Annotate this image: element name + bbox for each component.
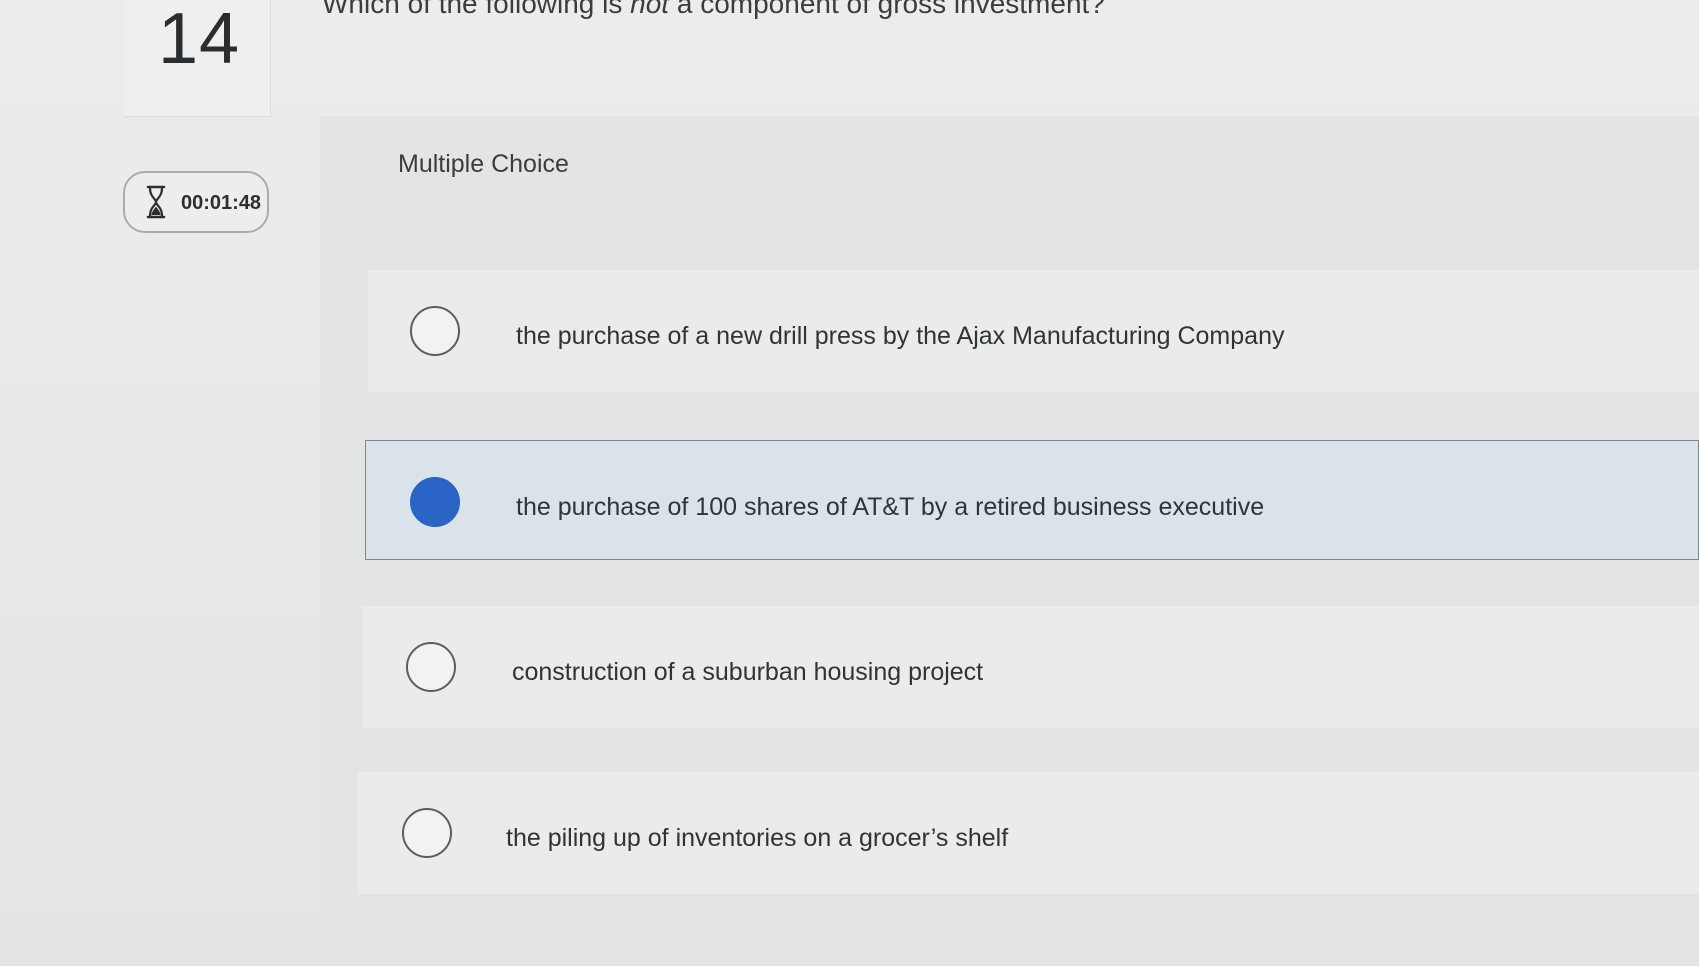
choice-4-radio[interactable] (402, 808, 452, 858)
choice-2-radio[interactable] (410, 477, 460, 527)
question-text-after: a component of gross investment? (669, 0, 1105, 19)
question-type-label: Multiple Choice (398, 150, 569, 178)
choice-3[interactable]: construction of a suburban housing proje… (362, 606, 1699, 728)
choice-1[interactable]: the purchase of a new drill press by the… (368, 270, 1699, 392)
choice-3-label: construction of a suburban housing proje… (512, 658, 984, 686)
choice-4[interactable]: the piling up of inventories on a grocer… (358, 772, 1699, 894)
question-text-emphasis: not (630, 0, 670, 19)
choice-3-radio[interactable] (406, 642, 456, 692)
timer-value: 00:01:48 (181, 192, 262, 214)
choice-2[interactable]: the purchase of 100 shares of AT&T by a … (365, 440, 1699, 560)
timer[interactable]: 00:01:48 (123, 171, 269, 233)
question-text-before: Which of the following is (322, 0, 631, 19)
choice-1-radio[interactable] (410, 306, 460, 356)
choice-2-label: the purchase of 100 shares of AT&T by a … (516, 493, 1265, 521)
page: 14 Which of the following is not a compo… (0, 0, 1699, 966)
hourglass-icon (146, 185, 166, 219)
question-number: 14 (158, 0, 241, 79)
question-text: Which of the following is not a componen… (322, 0, 1105, 20)
choice-4-label: the piling up of inventories on a grocer… (506, 824, 1009, 852)
choice-1-label: the purchase of a new drill press by the… (516, 322, 1285, 350)
